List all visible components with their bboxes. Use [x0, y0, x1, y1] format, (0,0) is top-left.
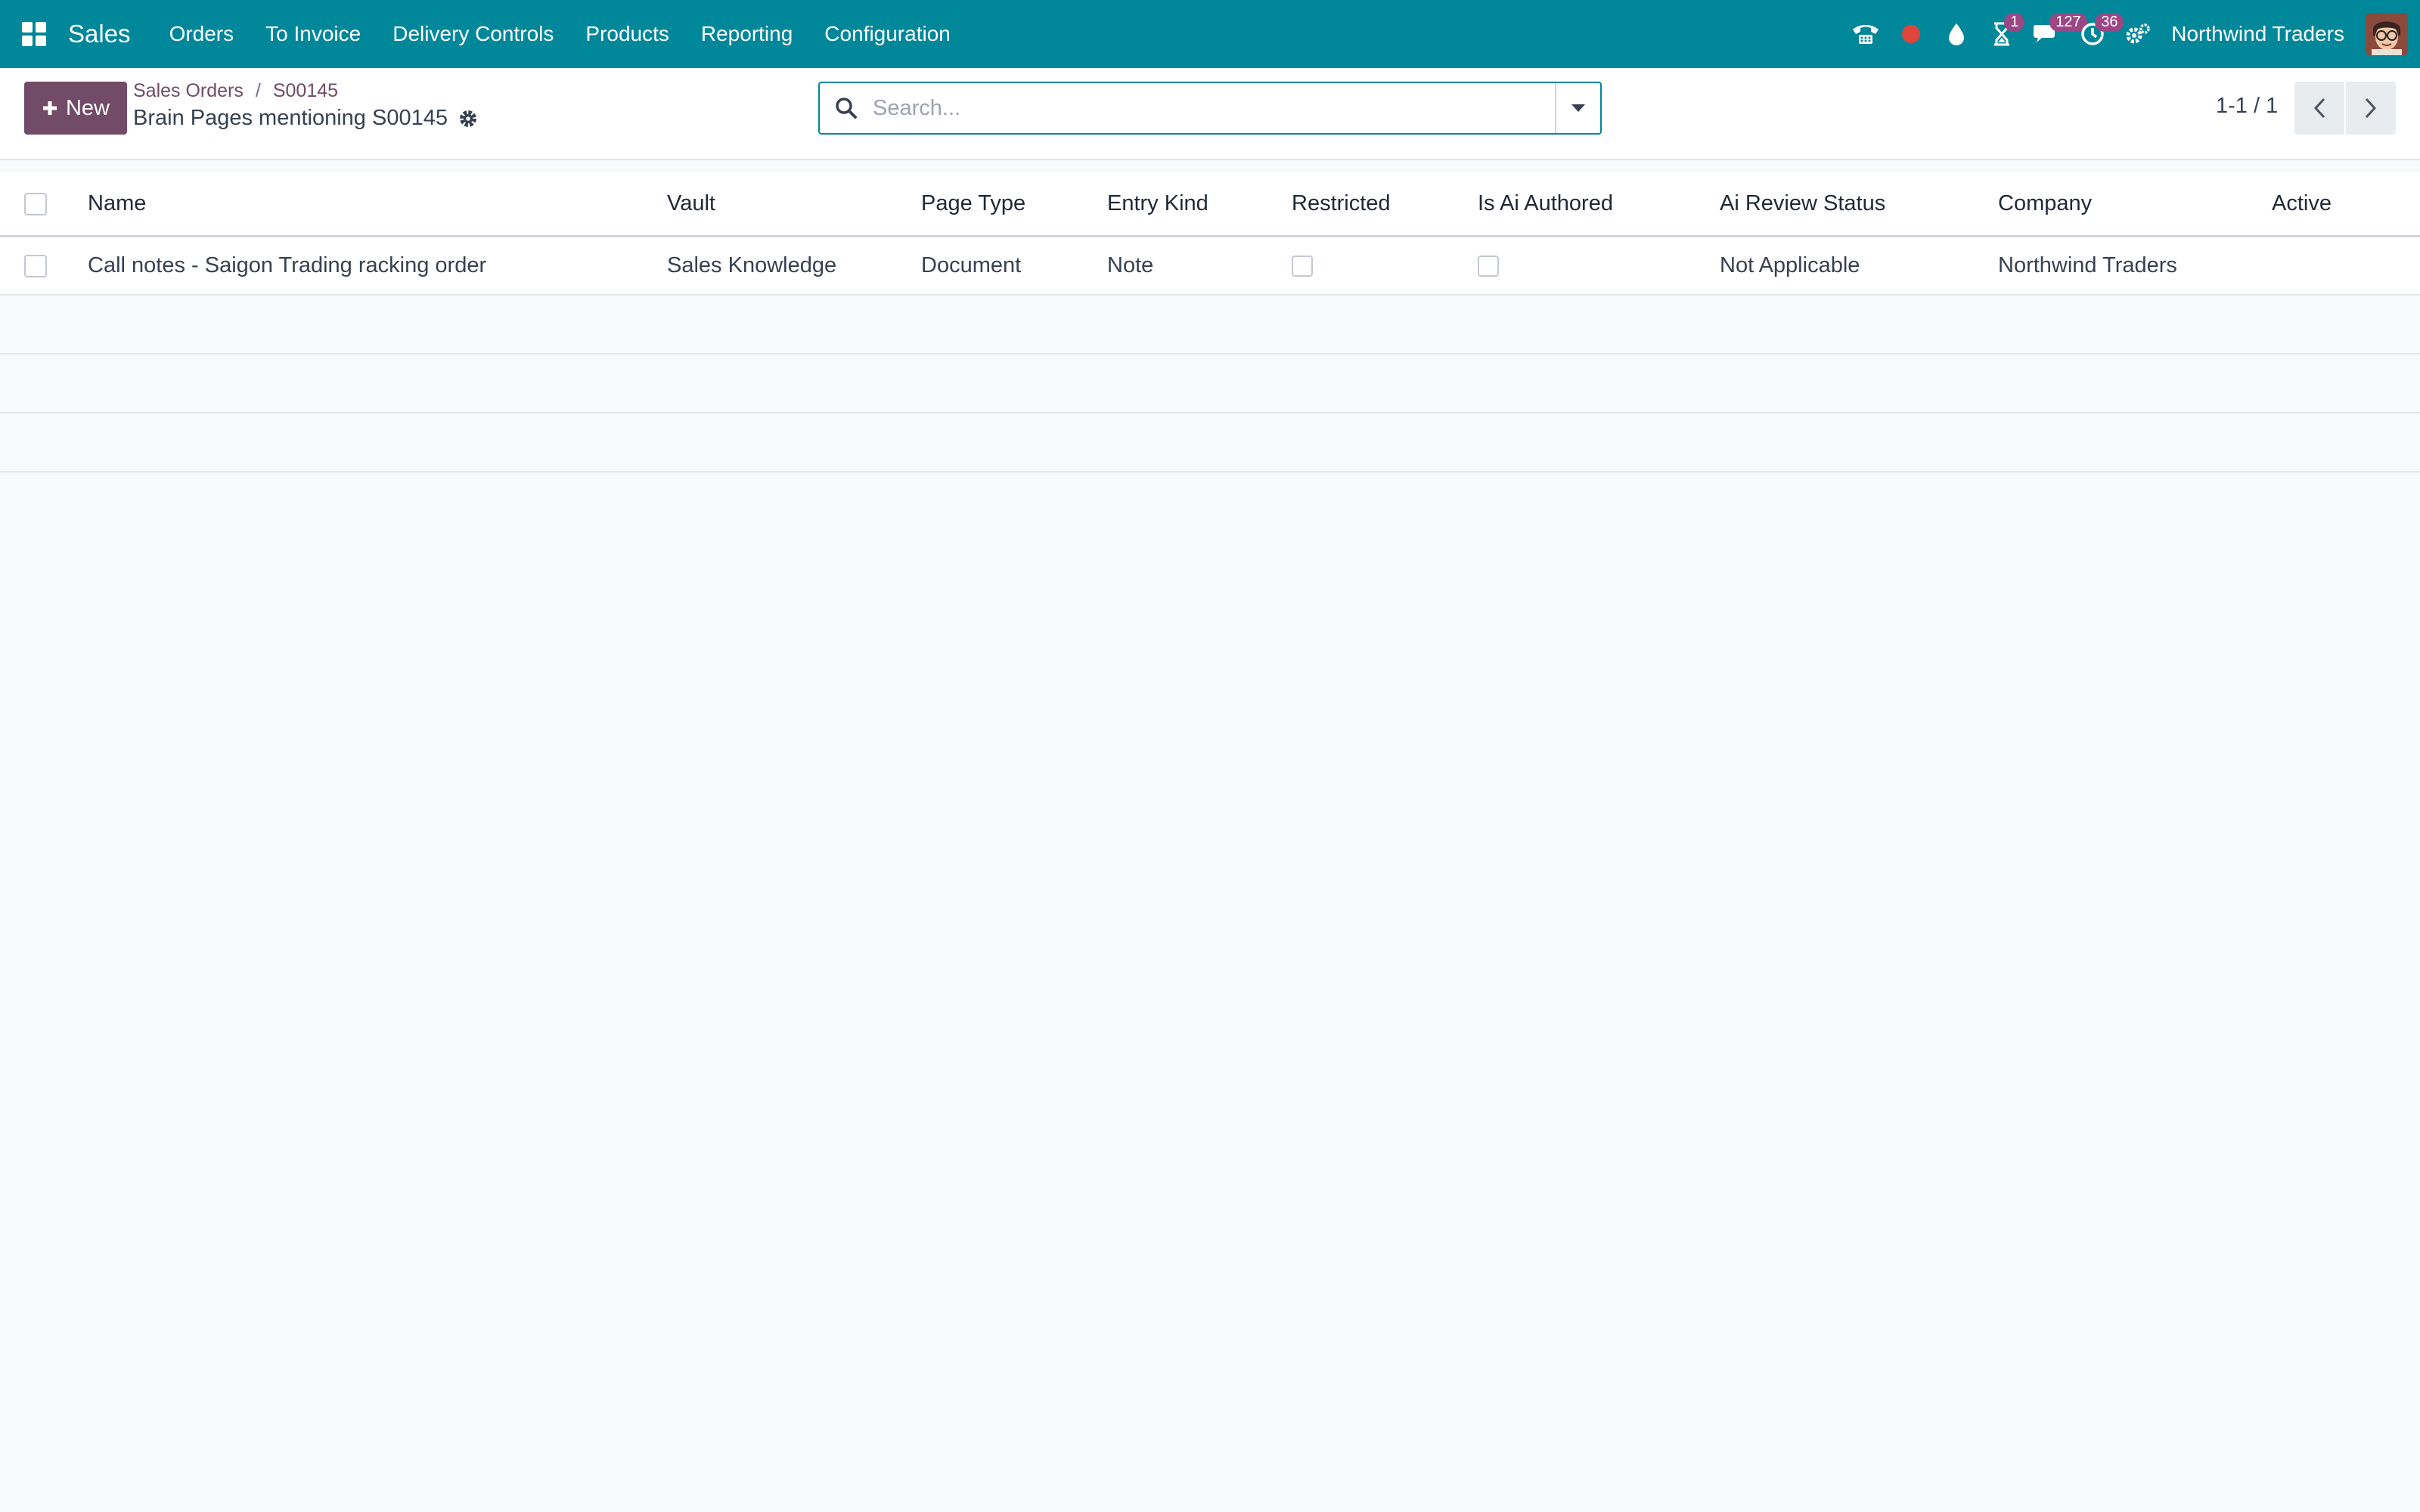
column-is-ai-authored[interactable]: Is Ai Authored — [1478, 172, 1720, 237]
page-title-row: Brain Pages mentioning S00145 — [133, 106, 478, 131]
column-page-type[interactable]: Page Type — [921, 172, 1107, 237]
menu-products[interactable]: Products — [569, 0, 685, 68]
chevron-left-icon — [2313, 98, 2325, 119]
company-switcher[interactable]: Northwind Traders — [2171, 22, 2344, 46]
select-all-cell — [0, 172, 88, 237]
list-table: Name Vault Page Type Entry Kind Restrict… — [0, 172, 2420, 472]
column-company[interactable]: Company — [1998, 172, 2272, 237]
app-name[interactable]: Sales — [68, 20, 131, 48]
breadcrumb-order[interactable]: S00145 — [273, 80, 338, 102]
new-button-label: New — [65, 95, 110, 120]
menu-configuration[interactable]: Configuration — [808, 0, 966, 68]
table-header-row: Name Vault Page Type Entry Kind Restrict… — [0, 172, 2420, 237]
control-panel: New Sales Orders / S00145 Brain Pages me… — [0, 68, 2420, 160]
menu-delivery-controls[interactable]: Delivery Controls — [377, 0, 569, 68]
search-input[interactable] — [873, 95, 1555, 121]
cell-restricted — [1292, 236, 1478, 296]
cell-page-type[interactable]: Document — [921, 236, 1107, 296]
phone-icon[interactable] — [1847, 11, 1885, 57]
chevron-right-icon — [2365, 98, 2377, 119]
column-restricted[interactable]: Restricted — [1292, 172, 1478, 237]
menu-reporting[interactable]: Reporting — [685, 0, 808, 68]
gear-icon[interactable] — [458, 109, 478, 129]
cell-active[interactable] — [2272, 236, 2420, 296]
menu-to-invoice[interactable]: To Invoice — [250, 0, 377, 68]
cell-name[interactable]: Call notes - Saigon Trading racking orde… — [88, 236, 667, 296]
column-active[interactable]: Active — [2272, 172, 2420, 237]
restricted-checkbox — [1292, 256, 1313, 277]
breadcrumb-separator: / — [255, 80, 261, 101]
settings-gears-icon[interactable] — [2119, 11, 2157, 57]
column-name[interactable]: Name — [88, 172, 667, 237]
empty-row — [0, 354, 2420, 414]
row-select-cell — [0, 236, 88, 296]
cell-is-ai-authored — [1478, 236, 1720, 296]
row-select-checkbox[interactable] — [24, 255, 47, 278]
page-title: Brain Pages mentioning S00145 — [133, 106, 448, 130]
recording-dot-icon[interactable] — [1892, 11, 1930, 57]
caret-down-icon — [1571, 104, 1585, 112]
table-row[interactable]: Call notes - Saigon Trading racking orde… — [0, 236, 2420, 296]
user-avatar[interactable] — [2366, 13, 2408, 55]
column-ai-review-status[interactable]: Ai Review Status — [1720, 172, 1998, 237]
activities-badge: 1 — [2004, 13, 2025, 32]
timer-clock-icon[interactable]: 36 — [2074, 11, 2124, 57]
select-all-checkbox[interactable] — [24, 193, 47, 216]
breadcrumb-sales-orders[interactable]: Sales Orders — [133, 80, 244, 102]
empty-row — [0, 413, 2420, 472]
activities-hourglass-icon[interactable]: 1 — [1983, 11, 2025, 57]
cell-ai-review-status[interactable]: Not Applicable — [1720, 236, 1998, 296]
systray: 1 127 36 Northwind Traders — [1843, 0, 2420, 68]
menu-orders[interactable]: Orders — [154, 0, 250, 68]
app-menu-grid-icon[interactable] — [0, 0, 68, 68]
pager-previous-button[interactable] — [2294, 82, 2344, 135]
is-ai-authored-checkbox — [1478, 256, 1499, 277]
breadcrumb: Sales Orders / S00145 — [133, 80, 338, 102]
column-entry-kind[interactable]: Entry Kind — [1107, 172, 1292, 237]
column-vault[interactable]: Vault — [667, 172, 921, 237]
empty-row — [0, 295, 2420, 355]
droplet-icon[interactable] — [1938, 11, 1975, 57]
search-options-toggle[interactable] — [1555, 83, 1600, 133]
cell-vault[interactable]: Sales Knowledge — [667, 236, 921, 296]
search-box — [818, 82, 1602, 135]
pager-value[interactable]: 1-1 / 1 — [2216, 94, 2278, 119]
messages-icon[interactable]: 127 — [2028, 11, 2087, 57]
search-icon — [820, 97, 873, 119]
cell-entry-kind[interactable]: Note — [1107, 236, 1292, 296]
plus-icon — [42, 101, 57, 115]
top-navbar: Sales Orders To Invoice Delivery Control… — [0, 0, 2420, 68]
cell-company[interactable]: Northwind Traders — [1998, 236, 2272, 296]
pager-next-button[interactable] — [2346, 82, 2396, 135]
new-button[interactable]: New — [24, 82, 127, 135]
